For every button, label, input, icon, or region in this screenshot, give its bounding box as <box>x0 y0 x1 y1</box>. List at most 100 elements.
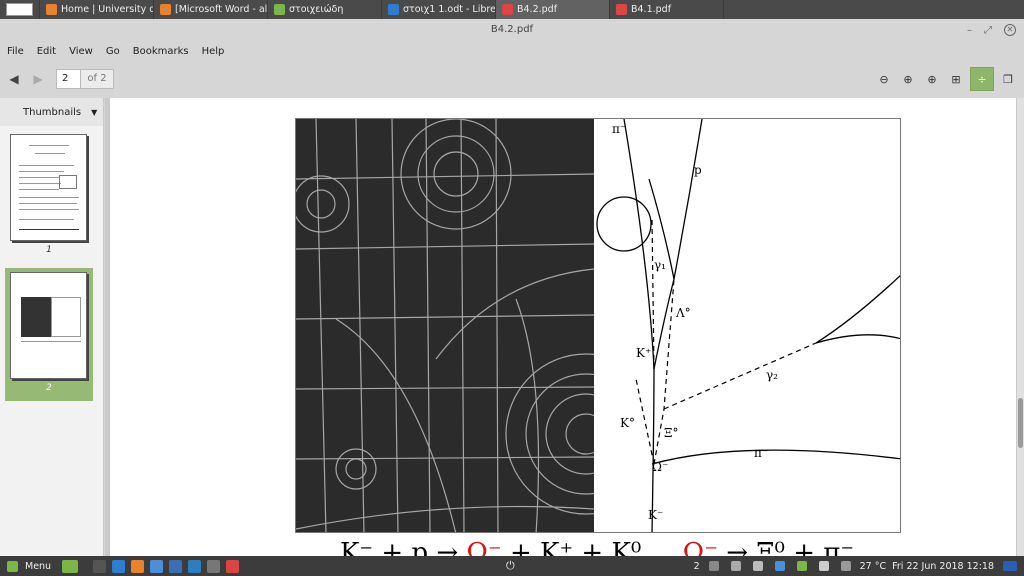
page-total: of 2 <box>81 70 113 88</box>
thumb-photo <box>21 297 51 337</box>
task-label: στοιχειώδη <box>289 4 344 15</box>
close-button[interactable]: ✕ <box>1004 24 1016 36</box>
writer-launcher-icon[interactable] <box>112 559 126 573</box>
thumbnail-page-1[interactable]: 1 <box>5 134 93 255</box>
folder-tray-icon[interactable] <box>796 561 807 571</box>
task-label: στοιχ1 1.odt - Libre... <box>403 4 496 15</box>
toolbar-right: ⊖ ⊕ ⊕ ⊞ ÷ ❐ <box>874 63 1018 95</box>
zoom-fit-icon[interactable]: ⊕ <box>898 69 918 89</box>
thumbnail-label: 2 <box>46 383 52 393</box>
thumbnail-page-2[interactable]: 2 <box>5 268 93 401</box>
minimize-button[interactable]: – <box>967 25 972 36</box>
folder-icon <box>274 4 285 15</box>
label-xi0: Ξ° <box>664 426 678 440</box>
menu-bar: File Edit View Go Bookmarks Help <box>0 41 1024 61</box>
particle-track-diagram: π⁻ p γ₁ Λ° K⁺ γ₂ K° Ξ° π⁻ Ω⁻ K⁻ <box>596 119 900 532</box>
chromium-launcher-icon[interactable] <box>150 559 164 573</box>
app-launcher-icon[interactable] <box>207 559 221 573</box>
files-launcher-icon[interactable] <box>93 559 107 573</box>
task-libreoffice[interactable]: στοιχ1 1.odt - Libre... <box>382 0 496 19</box>
dual-page-icon[interactable]: ❐ <box>998 69 1018 89</box>
chevron-down-icon[interactable]: ▼ <box>91 108 97 117</box>
bubble-chamber-figure: π⁻ p γ₁ Λ° K⁺ γ₂ K° Ξ° π⁻ Ω⁻ K⁻ <box>295 118 901 533</box>
task-microsoft-word[interactable]: [Microsoft Word - ali... <box>154 0 268 19</box>
equation-part: → Ξ⁰ + π⁻ <box>717 538 855 556</box>
bottom-panel: Menu ⏻ 2 27 °C Fri 22 Jun 2018 12:18 <box>0 556 1024 576</box>
task-label: B4.1.pdf <box>631 4 672 15</box>
toolbar: ◀ ▶ 2 of 2 ⊖ ⊕ ⊕ ⊞ ÷ ❐ <box>0 63 1024 95</box>
firefox-icon <box>160 4 171 15</box>
page-number-input[interactable]: 2 <box>57 70 81 88</box>
task-label: [Microsoft Word - ali... <box>175 4 268 15</box>
dropbox-icon[interactable] <box>774 561 785 571</box>
weather-temp[interactable]: 27 °C <box>860 561 887 572</box>
sidebar-header[interactable]: Thumbnails ▼ <box>0 98 103 126</box>
equation-omega: Ω⁻ <box>466 538 502 556</box>
menu-edit[interactable]: Edit <box>37 46 56 57</box>
start-menu-button[interactable]: Menu <box>0 560 59 572</box>
label-k-minus: K⁻ <box>648 508 663 522</box>
weather-icon <box>840 561 851 571</box>
facebook-launcher-icon[interactable] <box>188 559 202 573</box>
window-title: B4.2.pdf <box>0 19 1024 41</box>
thumbnail-image <box>10 134 87 241</box>
document-view[interactable]: π⁻ p γ₁ Λ° K⁺ γ₂ K° Ξ° π⁻ Ω⁻ K⁻ K⁻ + p →… <box>105 98 1017 556</box>
firefox-icon <box>46 4 57 15</box>
pdf-page: π⁻ p γ₁ Λ° K⁺ γ₂ K° Ξ° π⁻ Ω⁻ K⁻ K⁻ + p →… <box>110 98 1016 556</box>
forward-button[interactable]: ▶ <box>28 69 48 89</box>
task-b4-1-pdf[interactable]: B4.1.pdf <box>610 0 724 19</box>
word-launcher-icon[interactable] <box>169 559 183 573</box>
clock[interactable]: Fri 22 Jun 2018 12:18 <box>892 561 994 572</box>
scrollbar-thumb[interactable] <box>1018 398 1023 448</box>
task-b4-2-pdf[interactable]: B4.2.pdf <box>496 0 610 19</box>
label-omega-minus: Ω⁻ <box>652 460 668 474</box>
pdf-launcher-icon[interactable] <box>226 559 240 573</box>
task-home-university[interactable]: Home | University o... <box>40 0 154 19</box>
label-proton: p <box>694 163 702 177</box>
label-k-plus: K⁺ <box>636 346 651 360</box>
show-desktop-icon[interactable] <box>62 559 79 573</box>
zoom-out-icon[interactable]: ⊖ <box>874 69 894 89</box>
page-selector: 2 of 2 <box>56 69 114 89</box>
blank-window-icon <box>6 3 33 16</box>
label-k0: K° <box>620 416 635 430</box>
task-folder[interactable]: στοιχειώδη <box>268 0 382 19</box>
thumb-figure <box>59 175 77 189</box>
equation-part: K⁻ + p → <box>340 538 467 556</box>
menu-help[interactable]: Help <box>202 46 225 57</box>
window-controls: – ⤢ ✕ <box>967 19 1016 41</box>
label-gamma2: γ₂ <box>766 368 778 382</box>
thumbnail-image <box>10 272 87 379</box>
volume-icon[interactable] <box>818 561 829 571</box>
menu-file[interactable]: File <box>7 46 24 57</box>
firefox-launcher-icon[interactable] <box>131 559 145 573</box>
power-icon[interactable]: ⏻ <box>506 559 515 573</box>
continuous-mode-button[interactable]: ÷ <box>970 67 994 91</box>
zoom-in-icon[interactable]: ⊕ <box>922 69 942 89</box>
sidebar: Thumbnails ▼ 1 2 <box>0 98 104 556</box>
vertical-scrollbar[interactable] <box>1017 98 1024 556</box>
equation-omega: Ω⁻ <box>682 538 718 556</box>
update-count[interactable]: 2 <box>694 561 700 572</box>
window-list-bar: Home | University o... [Microsoft Word -… <box>0 0 1024 19</box>
menu-bookmarks[interactable]: Bookmarks <box>133 46 189 57</box>
menu-view[interactable]: View <box>69 46 93 57</box>
show-desktop-button[interactable] <box>0 0 40 19</box>
clipboard-icon[interactable] <box>708 561 719 571</box>
menu-go[interactable]: Go <box>106 46 120 57</box>
maximize-button[interactable]: ⤢ <box>984 25 992 36</box>
greek-flag-icon[interactable] <box>1003 561 1017 571</box>
menu-label: Menu <box>25 560 52 572</box>
pen-icon[interactable] <box>730 561 741 571</box>
back-button[interactable]: ◀ <box>4 69 24 89</box>
task-label: Home | University o... <box>61 4 154 15</box>
bubble-chamber-photo <box>296 119 594 532</box>
grid-view-icon[interactable]: ⊞ <box>946 69 966 89</box>
pdf-icon <box>616 4 627 15</box>
label-pi-minus-right: π⁻ <box>754 446 768 460</box>
label-lambda0: Λ° <box>675 306 691 320</box>
network-icon[interactable] <box>752 561 763 571</box>
mint-logo-icon <box>7 560 18 572</box>
pdf-icon <box>502 4 513 15</box>
task-label: B4.2.pdf <box>517 4 558 15</box>
